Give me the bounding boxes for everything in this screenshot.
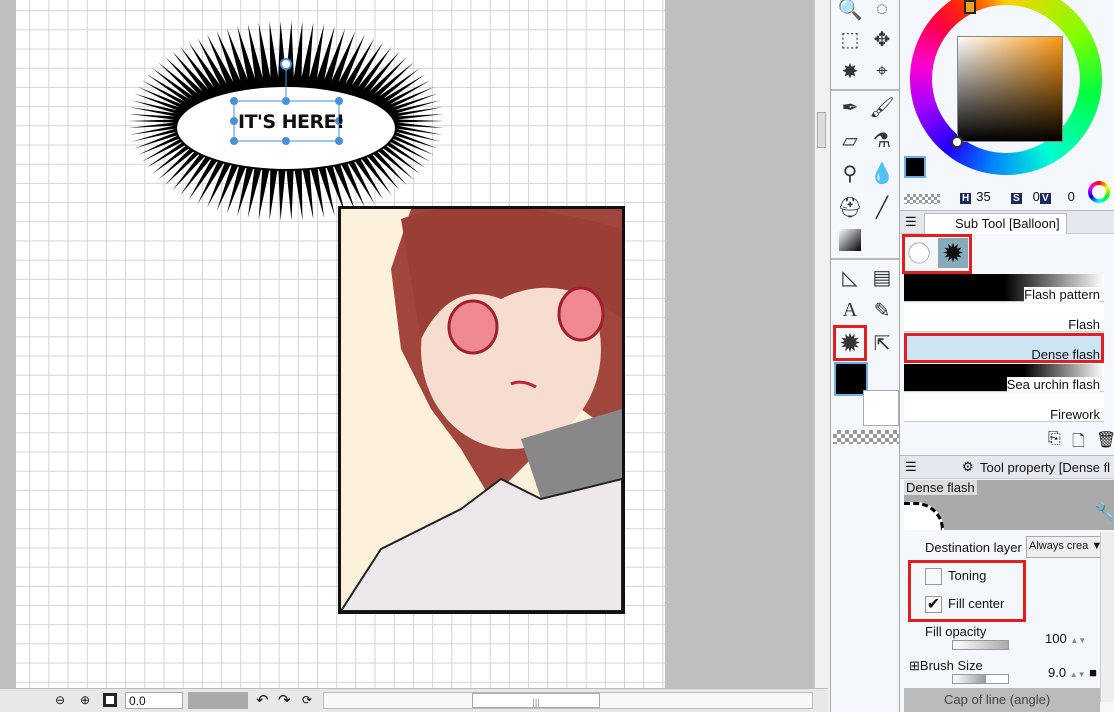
vertical-scrollbar[interactable]: [814, 0, 828, 688]
brush-size-label: ⊞Brush Size: [909, 658, 983, 673]
fill-opacity-value[interactable]: 100 ▲▼: [1045, 631, 1086, 646]
cap-of-line-label: Cap of line (angle): [904, 688, 1100, 712]
correct-line-icon[interactable]: ✎: [867, 295, 897, 325]
blend-tool-icon[interactable]: 💧: [867, 158, 897, 188]
s-value: S0: [1011, 189, 1040, 204]
pen-tool-icon[interactable]: ✒: [835, 92, 865, 122]
frame-tool-icon[interactable]: ▤: [867, 262, 897, 292]
auto-select-icon[interactable]: ✸: [835, 56, 865, 86]
balloon-text[interactable]: IT'S HERE!: [238, 111, 345, 133]
eyedropper-tool-icon[interactable]: ⚲: [835, 158, 865, 188]
operation-tool-icon[interactable]: ⇱: [867, 328, 897, 358]
selection-pen-icon[interactable]: ⌖: [867, 56, 897, 86]
balloon-tool-highlight: [833, 325, 867, 361]
brush-size-value[interactable]: 9.0 ▲▼ ■: [1048, 665, 1097, 680]
fill-opacity-slider[interactable]: [952, 640, 1009, 650]
ruler-tool-icon[interactable]: ◺: [835, 262, 865, 292]
lasso-tool-icon[interactable]: ◌: [867, 0, 897, 24]
canvas-status-bar: ⊖ ⊕ 0.0 ↶ ↷ ⟳ |||: [0, 688, 828, 712]
sub-color-swatch[interactable]: [863, 390, 899, 426]
vertical-scroll-thumb[interactable]: [817, 112, 826, 148]
subtool-item-sea-urchin-flash[interactable]: Sea urchin flash: [904, 364, 1104, 392]
toolprop-scrollbar[interactable]: [1100, 532, 1114, 702]
brush-tool-icon[interactable]: 🖌: [867, 92, 897, 122]
zoom-tool-icon[interactable]: 🔍: [835, 0, 865, 24]
v-value: V0: [1040, 189, 1075, 204]
toolprop-header: ☰ ⚙ Tool property [Dense fl: [900, 455, 1114, 479]
brush-preview: Dense flash: [904, 480, 1014, 530]
object-tool-icon[interactable]: ⬚: [835, 24, 865, 54]
toolbox: 🔍 ◌ ⬚ ✥ ✸ ⌖ ✒ 🖌 ▱ ⚗ ⚲ 💧 ⛑ ╱ ◺ ▤ A ✎ ✹ ⇱: [830, 0, 900, 712]
fill-opacity-label: Fill opacity: [925, 624, 987, 639]
main-color-chip[interactable]: [904, 156, 926, 178]
destination-layer-dropdown[interactable]: Always crea ▼: [1026, 536, 1102, 558]
wrench-icon[interactable]: 🔧: [1094, 502, 1114, 523]
sv-marker[interactable]: [951, 136, 963, 148]
new-subtool-icon[interactable]: 🗋: [1072, 430, 1085, 457]
rotation-slider[interactable]: [188, 692, 248, 709]
subtool-tab[interactable]: Sub Tool [Balloon]: [924, 213, 1067, 234]
transparent-chip[interactable]: [904, 194, 940, 204]
canvas-area[interactable]: IT'S HERE!: [0, 0, 828, 688]
illustration-frame[interactable]: [338, 206, 625, 614]
rotate-handle: [280, 58, 292, 70]
subtool-item-firework[interactable]: Firework: [904, 394, 1104, 422]
h-value: H 35: [960, 189, 991, 204]
subtool-item-flash-pattern[interactable]: Flash pattern: [904, 274, 1104, 302]
fit-icon[interactable]: [103, 693, 117, 707]
hue-marker[interactable]: [964, 0, 976, 14]
text-tool-icon[interactable]: A: [835, 295, 865, 325]
color-mode-icon[interactable]: [1088, 181, 1110, 203]
line-tool-icon[interactable]: ╱: [867, 192, 897, 222]
saturation-value-square[interactable]: [957, 36, 1063, 142]
move-tool-icon[interactable]: ✥: [867, 24, 897, 54]
horizontal-scrollbar[interactable]: |||: [323, 692, 813, 709]
horizontal-scroll-thumb[interactable]: |||: [472, 693, 600, 708]
subtool-header: ☰ Sub Tool [Balloon]: [900, 210, 1114, 234]
gradient-tool-icon[interactable]: [839, 229, 861, 251]
rotation-field[interactable]: 0.0: [125, 692, 183, 709]
transparent-color-swatch[interactable]: [833, 430, 899, 444]
subtool-panel: ✹ Flash pattern Flash Dense flash Sea ur…: [900, 234, 1114, 454]
airbrush-tool-icon[interactable]: ⚗: [867, 125, 897, 155]
toolprop-title: Tool property [Dense fl: [980, 460, 1111, 475]
fill-tool-icon[interactable]: ⛑: [835, 192, 865, 222]
zoom-in-icon[interactable]: ⊕: [80, 692, 90, 709]
character-illustration: [341, 209, 622, 611]
tool-property-panel: Dense flash 🔧 Destination layer Always c…: [900, 480, 1114, 712]
rotate-right-icon[interactable]: ↷: [278, 692, 291, 709]
panel-menu-icon[interactable]: ☰: [905, 459, 917, 475]
rotate-left-icon[interactable]: ↶: [256, 692, 269, 709]
panel-menu-icon[interactable]: ☰: [905, 214, 917, 230]
zoom-out-icon[interactable]: ⊖: [55, 692, 65, 709]
delete-subtool-icon[interactable]: 🗑: [1096, 430, 1114, 450]
settings-gear-icon[interactable]: ⚙: [962, 459, 974, 475]
eraser-tool-icon[interactable]: ▱: [835, 125, 865, 155]
reset-rotation-icon[interactable]: ⟳: [302, 692, 312, 709]
copy-subtool-icon[interactable]: ⎘: [1048, 430, 1061, 448]
brush-size-slider[interactable]: [952, 674, 1009, 684]
subtool-item-flash[interactable]: Flash: [904, 304, 1104, 332]
destination-layer-label: Destination layer: [925, 540, 1022, 555]
